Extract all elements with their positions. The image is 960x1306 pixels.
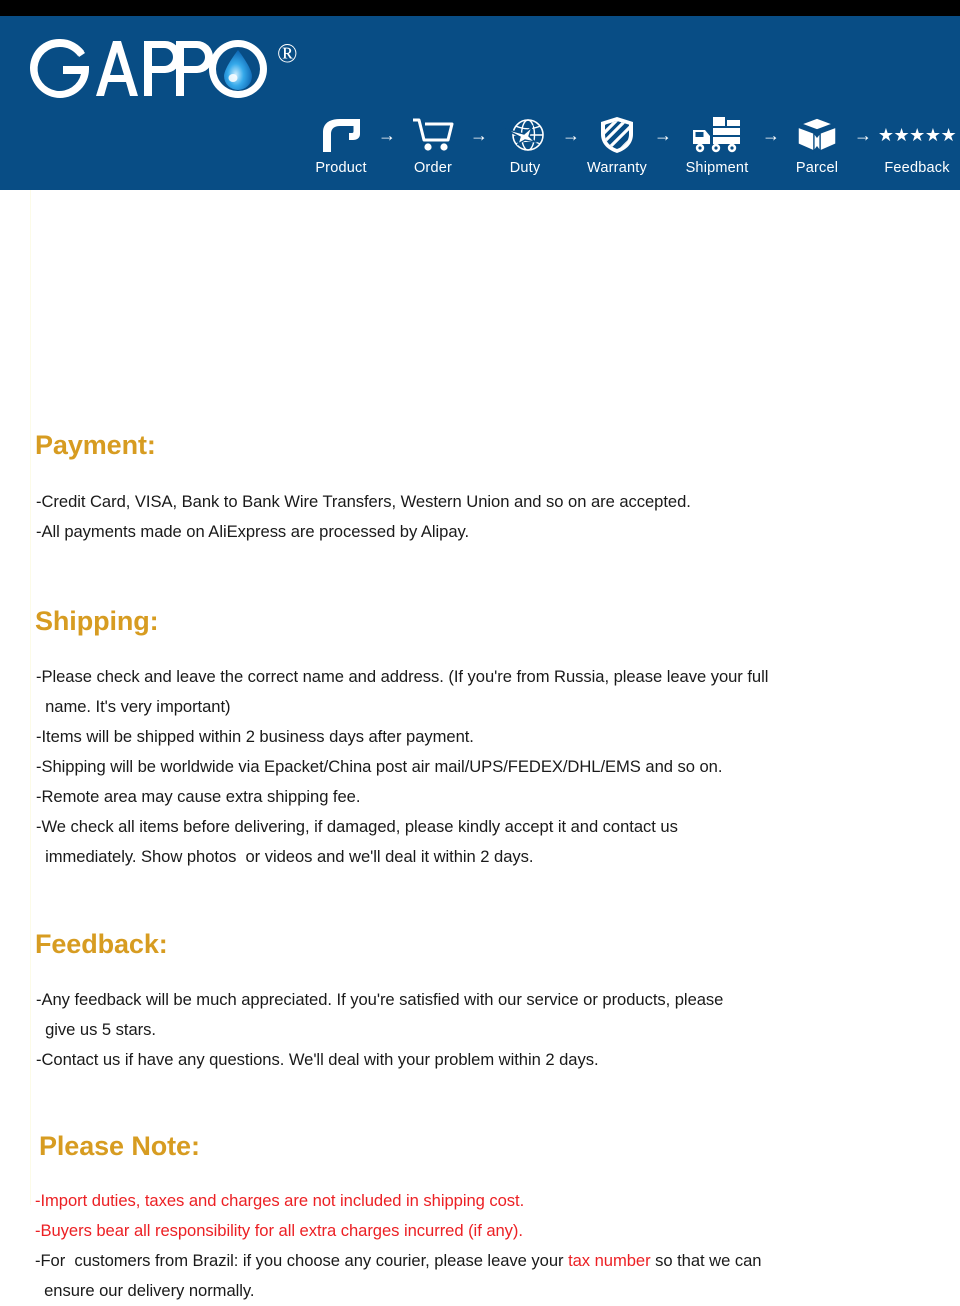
flow-step-duty: Duty	[490, 113, 560, 176]
please-note-line-mixed: -For customers from Brazil: if you choos…	[35, 1246, 762, 1276]
feedback-line: give us 5 stars.	[36, 1020, 156, 1039]
flow-arrow-2: →	[470, 125, 488, 145]
flow-arrow-5: →	[762, 125, 780, 145]
please-note-line: -Buyers bear all responsibility for all …	[35, 1221, 523, 1240]
shipping-lines: -Please check and leave the correct name…	[36, 662, 768, 872]
shipping-line: -Shipping will be worldwide via Epacket/…	[36, 757, 723, 776]
shield-icon	[600, 113, 634, 157]
flow-arrow-3: →	[562, 125, 580, 145]
brand-banner: ® Product → Order → Duty → Warranty → Sh…	[0, 16, 960, 190]
feedback-line: -Contact us if have any questions. We'll…	[36, 1050, 599, 1069]
shipping-line: -Please check and leave the correct name…	[36, 667, 769, 686]
flow-step-order: Order	[398, 113, 468, 176]
water-droplet-icon	[224, 50, 252, 90]
please-note-lines: -Import duties, taxes and charges are no…	[35, 1186, 762, 1306]
flow-step-parcel: Parcel	[782, 113, 852, 176]
please-note-line: ensure our delivery normally.	[35, 1281, 255, 1300]
please-note-line: -Import duties, taxes and charges are no…	[35, 1191, 525, 1210]
flow-label-product: Product	[315, 160, 367, 176]
flow-arrow-6: →	[854, 125, 872, 145]
flow-label-order: Order	[413, 160, 453, 176]
payment-lines: -Credit Card, VISA, Bank to Bank Wire Tr…	[36, 487, 691, 547]
process-flow: Product → Order → Duty → Warranty → Ship…	[306, 113, 960, 176]
gappo-wordmark-icon	[30, 38, 267, 98]
top-black-strip	[0, 0, 960, 16]
gappo-logo: ®	[26, 38, 298, 100]
faucet-icon	[319, 113, 363, 157]
shipping-line: immediately. Show photos or videos and w…	[36, 847, 534, 866]
left-rule-divider	[30, 190, 31, 1205]
section-title-please-note: Please Note:	[39, 1131, 200, 1161]
tax-number-highlight: tax number	[568, 1251, 651, 1270]
flow-step-product: Product	[306, 113, 376, 176]
flow-step-warranty: Warranty	[582, 113, 652, 176]
five-stars-icon: ★★★★★	[877, 125, 957, 145]
flow-label-parcel: Parcel	[795, 160, 839, 176]
payment-line: -Credit Card, VISA, Bank to Bank Wire Tr…	[36, 492, 691, 511]
flow-label-warranty: Warranty	[587, 160, 647, 176]
payment-line: -All payments made on AliExpress are pro…	[36, 522, 470, 541]
delivery-truck-icon	[692, 113, 742, 157]
flow-label-duty: Duty	[509, 160, 541, 176]
section-title-payment: Payment:	[35, 430, 156, 460]
shipping-line: -We check all items before delivering, i…	[36, 817, 678, 836]
globe-airplane-icon	[504, 113, 546, 157]
shipping-line: -Items will be shipped within 2 business…	[36, 727, 474, 746]
section-title-feedback: Feedback:	[35, 929, 168, 959]
open-box-icon	[794, 113, 840, 157]
section-title-shipping: Shipping:	[35, 606, 159, 636]
please-note-post: so that we can	[650, 1251, 762, 1270]
feedback-line: -Any feedback will be much appreciated. …	[36, 990, 724, 1009]
shipping-line: -Remote area may cause extra shipping fe…	[36, 787, 361, 806]
registered-trademark-mark: ®	[277, 38, 298, 68]
flow-step-shipment: Shipment	[674, 113, 760, 176]
shipping-line: name. It's very important)	[36, 697, 231, 716]
please-note-pre: -For customers from Brazil: if you choos…	[35, 1251, 569, 1270]
flow-arrow-4: →	[654, 125, 672, 145]
flow-label-feedback: Feedback	[884, 160, 950, 176]
shopping-cart-icon	[412, 113, 454, 157]
flow-arrow-1: →	[378, 125, 396, 145]
feedback-lines: -Any feedback will be much appreciated. …	[36, 985, 723, 1075]
flow-label-shipment: Shipment	[685, 160, 749, 176]
flow-step-feedback: ★★★★★ Feedback	[874, 113, 960, 176]
